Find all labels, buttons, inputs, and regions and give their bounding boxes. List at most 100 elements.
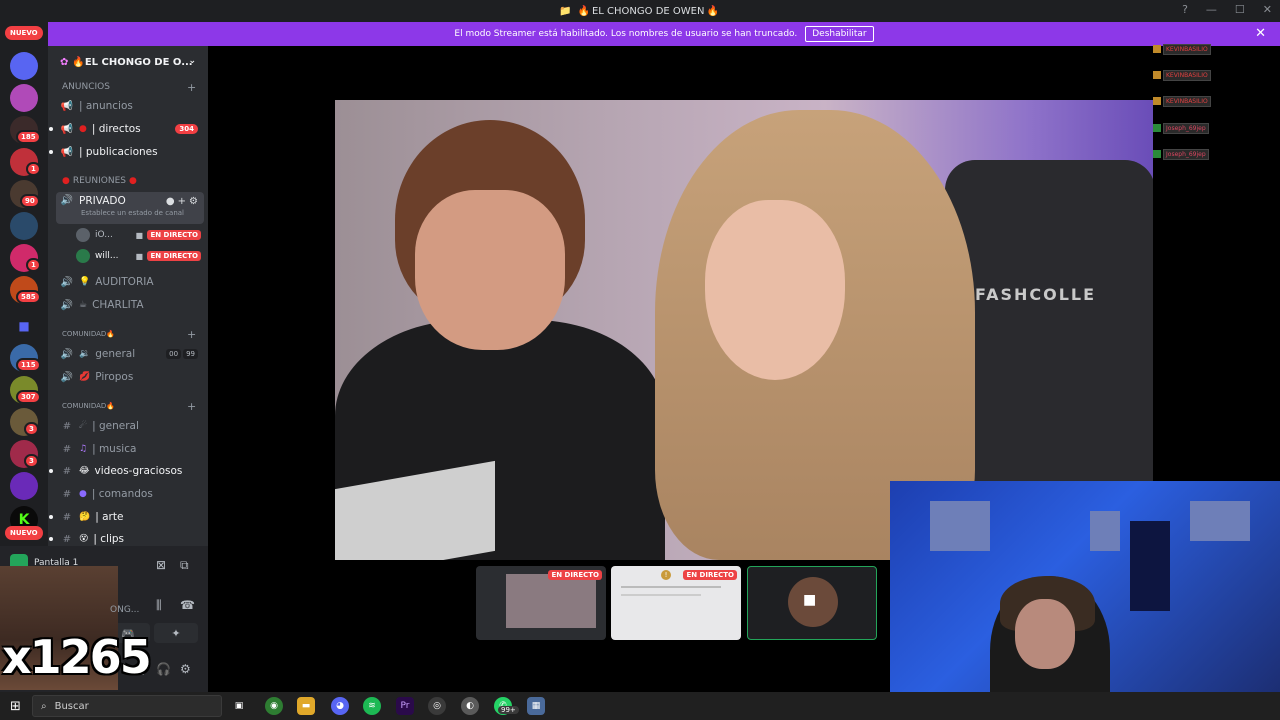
channel-arte[interactable]: # 🤔 | arte — [49, 507, 204, 527]
mention-badge: 3 — [24, 454, 39, 468]
channel-general-text[interactable]: # ☄ | general — [56, 416, 204, 436]
camera-icon: ■ — [135, 251, 143, 261]
fire-icon: 🔥 — [706, 5, 719, 17]
maximize-button[interactable]: ☐ — [1235, 3, 1245, 16]
category-reuniones[interactable]: ● REUNIONES ● — [62, 176, 137, 186]
channel-label: AUDITORIA — [95, 276, 154, 288]
chat-username: Joseph_69jep — [1163, 148, 1209, 160]
premiere-icon[interactable]: Pr — [396, 697, 414, 715]
channel-label: Piropos — [95, 371, 134, 383]
channel-anuncios[interactable]: 📢 | anuncios — [56, 96, 204, 116]
taskbar-search[interactable]: ⌕ Buscar — [32, 695, 222, 717]
popout-icon[interactable]: ⧉ — [180, 558, 189, 573]
search-icon: ⌕ — [41, 700, 47, 712]
server-icon[interactable] — [10, 212, 38, 240]
chat-username: Joseph_69jep — [1163, 122, 1209, 134]
spotify-icon[interactable]: ≋ — [363, 697, 381, 715]
gear-icon[interactable]: ⚙ — [180, 662, 191, 676]
window-controls: ? — ☐ ✕ — [1182, 3, 1272, 16]
close-icon[interactable]: ✕ — [1255, 26, 1266, 41]
channel-auditoria[interactable]: 🔊 💡 AUDITORIA — [56, 272, 204, 292]
server-header[interactable]: ✿ 🔥EL CHONGO DE O... ⌄ — [48, 46, 208, 78]
headphones-icon[interactable]: 🎧 — [156, 662, 171, 676]
user-limit: 99 — [183, 349, 198, 359]
camera-icon: ■ — [135, 230, 143, 240]
announcement-icon: 📢 — [60, 123, 74, 135]
add-channel-icon[interactable]: + — [187, 328, 196, 341]
add-channel-icon[interactable]: + — [187, 400, 196, 413]
thumbnail-preview — [506, 574, 596, 628]
channel-privado[interactable]: 🔊 PRIVADO Establece un estado de canal ●… — [56, 192, 204, 224]
close-button[interactable]: ✕ — [1263, 3, 1272, 16]
obs-icon[interactable]: ◎ — [428, 697, 446, 715]
coffee-icon: ☕ — [79, 300, 88, 310]
hash-icon: # — [62, 443, 72, 455]
windows-start-icon[interactable]: ⊞ — [10, 699, 21, 714]
title-bar: 📁 🔥 EL CHONGO DE OWEN 🔥 — [0, 0, 1280, 22]
mention-badge: 185 — [16, 130, 41, 144]
voice-user[interactable]: will... ■ EN DIRECTO — [76, 247, 201, 265]
channel-publicaciones[interactable]: 📢 | publicaciones — [49, 142, 204, 162]
help-icon[interactable]: ? — [1182, 3, 1188, 16]
invite-icon[interactable]: + — [178, 196, 186, 207]
channel-videos-graciosos[interactable]: # 😂 videos-graciosos — [49, 461, 204, 481]
chat-icon[interactable]: ● — [166, 196, 175, 207]
channel-piropos[interactable]: 🔊 💋 Piropos — [56, 367, 204, 387]
disconnect-icon[interactable]: ☎ — [180, 598, 195, 612]
gear-icon[interactable]: ⚙ — [189, 196, 198, 207]
new-badge: NUEVO — [5, 526, 43, 540]
user-count: 00 — [166, 349, 182, 359]
category-anuncios[interactable]: ANUNCIOS + — [62, 81, 196, 94]
file-explorer-icon[interactable]: ▬ — [297, 697, 315, 715]
unread-indicator — [49, 515, 53, 519]
channel-comandos[interactable]: # ● | comandos — [56, 484, 204, 504]
door — [1130, 521, 1170, 611]
chair-brand-text: FASHCOLLE — [975, 285, 1097, 304]
channel-label: | directos — [91, 123, 141, 135]
stream-thumbnail[interactable]: ! EN DIRECTO — [611, 566, 741, 640]
comet-icon: ☄ — [79, 421, 88, 431]
channel-general-voice[interactable]: 🔊 🔉 general 00 99 — [56, 344, 204, 364]
channel-directos[interactable]: 📢 ● | directos 304 — [49, 119, 204, 139]
soundboard-icon[interactable]: ⫼ — [156, 598, 162, 613]
effects-button[interactable]: ✦ — [154, 623, 198, 643]
channel-charlita[interactable]: 🔊 ☕ CHARLITA — [56, 295, 204, 315]
minimize-button[interactable]: — — [1206, 3, 1217, 16]
music-icon: ♫ — [79, 444, 88, 454]
category-comunidad[interactable]: COMUNIDAD🔥 + — [62, 328, 196, 341]
speaker-icon: 🔊 — [60, 371, 74, 383]
hash-icon: # — [62, 420, 72, 432]
chat-badge-icon — [1153, 97, 1161, 105]
chat-username: KEVINBASILIO — [1163, 43, 1211, 55]
speaker-icon: 🔊 — [60, 276, 74, 288]
hash-icon: # — [62, 511, 72, 523]
participant-tile[interactable]: ■ — [747, 566, 877, 640]
announcement-icon: 📢 — [60, 100, 74, 112]
chrome-icon[interactable]: ◉ — [265, 697, 283, 715]
category-label: COMUNIDAD🔥 — [62, 330, 116, 338]
server-icon[interactable] — [10, 52, 38, 80]
noise-icon[interactable]: ⊠ — [156, 558, 166, 572]
mention-badge: 90 — [20, 194, 40, 208]
discord-icon[interactable]: ◕ — [331, 697, 349, 715]
category-label: REUNIONES — [72, 176, 126, 186]
channel-musica[interactable]: # ♫ | musica — [56, 439, 204, 459]
channel-label: videos-graciosos — [94, 465, 183, 477]
server-icon[interactable] — [10, 84, 38, 112]
folder-icon[interactable]: ■ — [10, 312, 38, 340]
server-icon[interactable] — [10, 472, 38, 500]
calculator-icon[interactable]: ▦ — [527, 697, 545, 715]
stream-thumbnail[interactable]: EN DIRECTO — [476, 566, 606, 640]
disable-streamer-button[interactable]: Deshabilitar — [805, 26, 874, 42]
live-badge: EN DIRECTO — [548, 570, 602, 580]
window-title: EL CHONGO DE OWEN — [591, 5, 705, 17]
server-icon-small: ✿ — [60, 56, 69, 68]
red-circle-icon: ● — [79, 124, 87, 134]
channel-sidebar: ✿ 🔥EL CHONGO DE O... ⌄ ANUNCIOS + 📢 | an… — [48, 46, 208, 546]
voice-user[interactable]: iO... ■ EN DIRECTO — [76, 226, 201, 244]
app-icon[interactable]: ◐ — [461, 697, 479, 715]
task-view-icon[interactable]: ▣ — [230, 697, 248, 715]
add-channel-icon[interactable]: + — [187, 81, 196, 94]
category-comunidad[interactable]: COMUNIDAD🔥 + — [62, 400, 196, 413]
channel-status[interactable]: Establece un estado de canal — [81, 209, 184, 217]
